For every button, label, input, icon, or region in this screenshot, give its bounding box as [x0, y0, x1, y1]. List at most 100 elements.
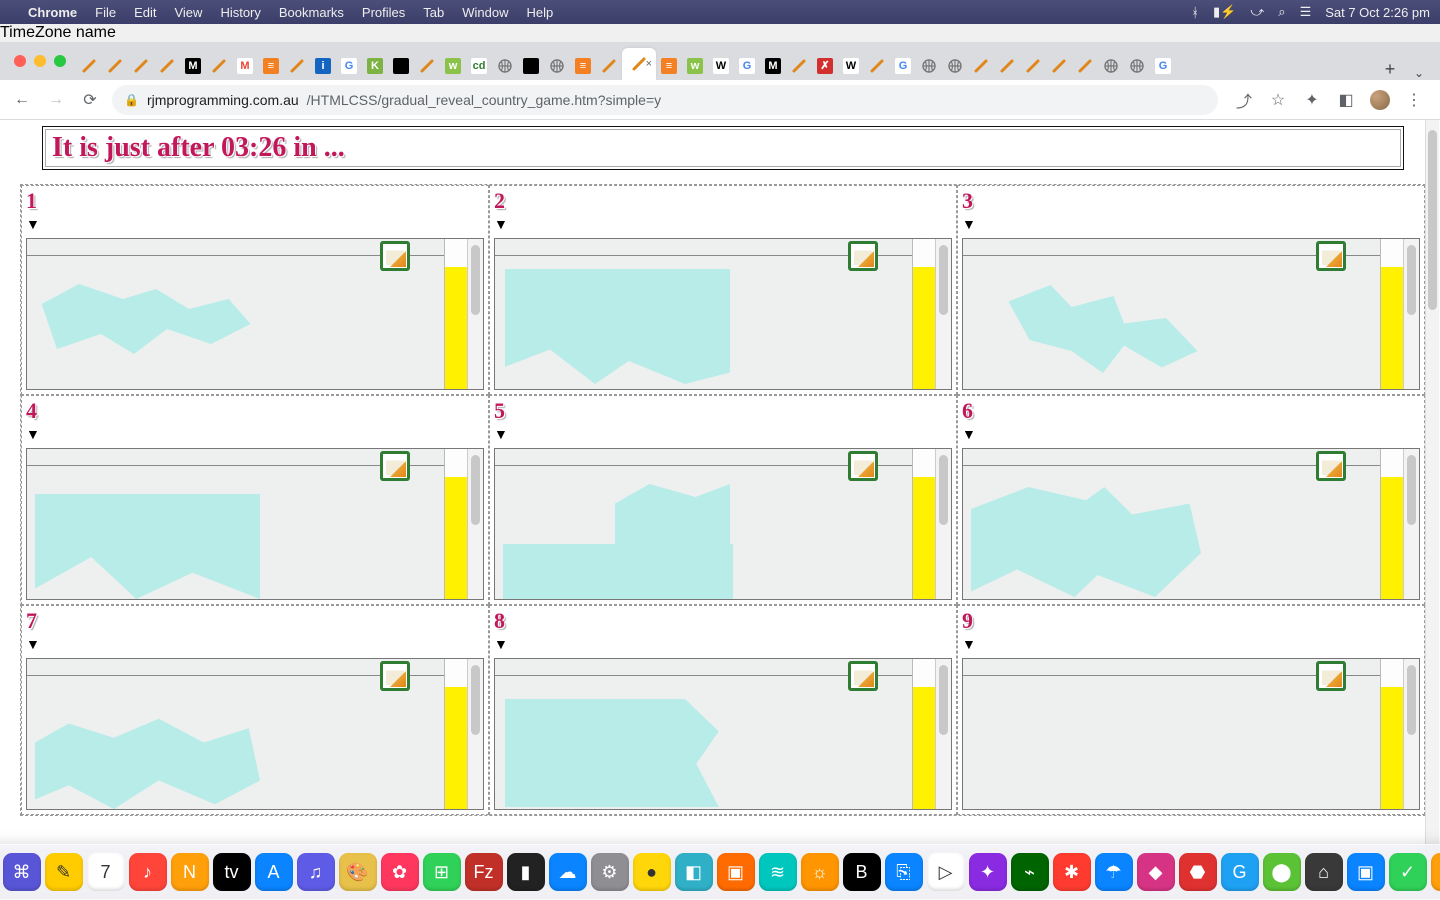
- browser-tab[interactable]: ✗: [812, 52, 838, 80]
- new-tab-button[interactable]: +: [1376, 59, 1404, 80]
- dock-app-icon[interactable]: ☂: [1095, 853, 1133, 891]
- dropdown-arrow-icon[interactable]: ▼: [494, 636, 952, 652]
- map-scrollbar[interactable]: [1403, 659, 1419, 809]
- dock-app-icon[interactable]: ⬤: [1263, 853, 1301, 891]
- browser-tab[interactable]: i: [310, 52, 336, 80]
- map-scroll-thumb[interactable]: [939, 245, 948, 315]
- dock-app-icon[interactable]: ≡: [1431, 853, 1440, 891]
- browser-tab[interactable]: M: [760, 52, 786, 80]
- map-scroll-thumb[interactable]: [471, 455, 480, 525]
- app-menu[interactable]: Chrome: [28, 5, 77, 20]
- browser-tab[interactable]: [128, 52, 154, 80]
- dock-app-icon[interactable]: ●: [633, 853, 671, 891]
- dock-app-icon[interactable]: ✦: [969, 853, 1007, 891]
- browser-tab[interactable]: [1020, 52, 1046, 80]
- dock-app-icon[interactable]: N: [171, 853, 209, 891]
- browser-tab[interactable]: ≡: [570, 52, 596, 80]
- dock-app-icon[interactable]: Fz: [465, 853, 503, 891]
- window-minimize-button[interactable]: [34, 55, 46, 67]
- bookmark-star-icon[interactable]: ☆: [1268, 90, 1288, 110]
- browser-tab[interactable]: M: [232, 52, 258, 80]
- browser-tab[interactable]: W: [838, 52, 864, 80]
- map-canvas[interactable]: [963, 449, 1381, 599]
- browser-tab[interactable]: G: [734, 52, 760, 80]
- browser-tab[interactable]: [864, 52, 890, 80]
- battery-icon[interactable]: ▮⚡: [1213, 4, 1236, 20]
- dropdown-arrow-icon[interactable]: ▼: [494, 426, 952, 442]
- menu-help[interactable]: Help: [527, 5, 554, 20]
- dock-app-icon[interactable]: 7: [87, 853, 125, 891]
- map-scroll-thumb[interactable]: [1407, 665, 1416, 735]
- map-scrollbar[interactable]: [935, 659, 951, 809]
- chrome-menu-icon[interactable]: ⋮: [1404, 90, 1424, 110]
- dock-app-icon[interactable]: ▷: [927, 853, 965, 891]
- map-scroll-thumb[interactable]: [471, 665, 480, 735]
- map-scroll-thumb[interactable]: [939, 455, 948, 525]
- dock-app-icon[interactable]: ✎: [45, 853, 83, 891]
- control-center-icon[interactable]: ☰: [1300, 4, 1312, 20]
- menu-bookmarks[interactable]: Bookmarks: [279, 5, 344, 20]
- browser-tab[interactable]: [154, 52, 180, 80]
- browser-tab[interactable]: w: [682, 52, 708, 80]
- dock-app-icon[interactable]: ✿: [381, 853, 419, 891]
- tabs-overflow-button[interactable]: ⌄: [1404, 66, 1434, 80]
- dropdown-arrow-icon[interactable]: ▼: [962, 426, 1420, 442]
- browser-tab[interactable]: cd: [466, 52, 492, 80]
- browser-tab[interactable]: [1046, 52, 1072, 80]
- map-canvas[interactable]: [495, 449, 913, 599]
- page-scrollbar[interactable]: [1425, 120, 1439, 852]
- browser-tab[interactable]: [1124, 52, 1150, 80]
- browser-tab[interactable]: G: [336, 52, 362, 80]
- dock-app-icon[interactable]: ♫: [297, 853, 335, 891]
- browser-tab[interactable]: [492, 52, 518, 80]
- browser-tab[interactable]: G: [1150, 52, 1176, 80]
- dock-app-icon[interactable]: ⎘: [885, 853, 923, 891]
- dock-app-icon[interactable]: ✱: [1053, 853, 1091, 891]
- browser-tab[interactable]: ≡: [258, 52, 284, 80]
- browser-tab[interactable]: [786, 52, 812, 80]
- dock-app-icon[interactable]: G: [1221, 853, 1259, 891]
- dock-app-icon[interactable]: ◆: [1137, 853, 1175, 891]
- menu-edit[interactable]: Edit: [134, 5, 156, 20]
- map-scrollbar[interactable]: [1403, 449, 1419, 599]
- dock-app-icon[interactable]: A: [255, 853, 293, 891]
- forward-button[interactable]: →: [44, 88, 68, 112]
- map-canvas[interactable]: [27, 239, 445, 389]
- dock-app-icon[interactable]: 🎨: [339, 853, 377, 891]
- browser-tab[interactable]: ■: [518, 52, 544, 80]
- menu-file[interactable]: File: [95, 5, 116, 20]
- browser-tab[interactable]: [916, 52, 942, 80]
- browser-tab[interactable]: [942, 52, 968, 80]
- map-canvas[interactable]: [27, 449, 445, 599]
- dock-app-icon[interactable]: ⊞: [423, 853, 461, 891]
- menu-profiles[interactable]: Profiles: [362, 5, 405, 20]
- dock-app-icon[interactable]: ✓: [1389, 853, 1427, 891]
- notes-icon[interactable]: [848, 451, 878, 481]
- dock-app-icon[interactable]: ▣: [717, 853, 755, 891]
- notes-icon[interactable]: [1316, 661, 1346, 691]
- dock-app-icon[interactable]: ⚙: [591, 853, 629, 891]
- dropdown-arrow-icon[interactable]: ▼: [962, 636, 1420, 652]
- spotlight-icon[interactable]: ⌕: [1278, 4, 1285, 20]
- map-canvas[interactable]: [27, 659, 445, 809]
- dropdown-arrow-icon[interactable]: ▼: [26, 636, 484, 652]
- dock-app-icon[interactable]: ≋: [759, 853, 797, 891]
- map-canvas[interactable]: [963, 239, 1381, 389]
- menu-history[interactable]: History: [220, 5, 260, 20]
- dock-app-icon[interactable]: ♪: [129, 853, 167, 891]
- browser-tab[interactable]: M: [180, 52, 206, 80]
- notes-icon[interactable]: [848, 661, 878, 691]
- dock-app-icon[interactable]: ⌂: [1305, 853, 1343, 891]
- dropdown-arrow-icon[interactable]: ▼: [494, 216, 952, 232]
- browser-tab[interactable]: [994, 52, 1020, 80]
- browser-tab[interactable]: [1098, 52, 1124, 80]
- dock-app-icon[interactable]: ⌘: [3, 853, 41, 891]
- browser-tab[interactable]: ≡: [656, 52, 682, 80]
- browser-tab[interactable]: W: [708, 52, 734, 80]
- page-scroll-thumb[interactable]: [1428, 130, 1437, 310]
- menu-window[interactable]: Window: [462, 5, 508, 20]
- dock-app-icon[interactable]: B: [843, 853, 881, 891]
- dock-app-icon[interactable]: ☁: [549, 853, 587, 891]
- sidepanel-icon[interactable]: ◧: [1336, 90, 1356, 110]
- dropdown-arrow-icon[interactable]: ▼: [26, 216, 484, 232]
